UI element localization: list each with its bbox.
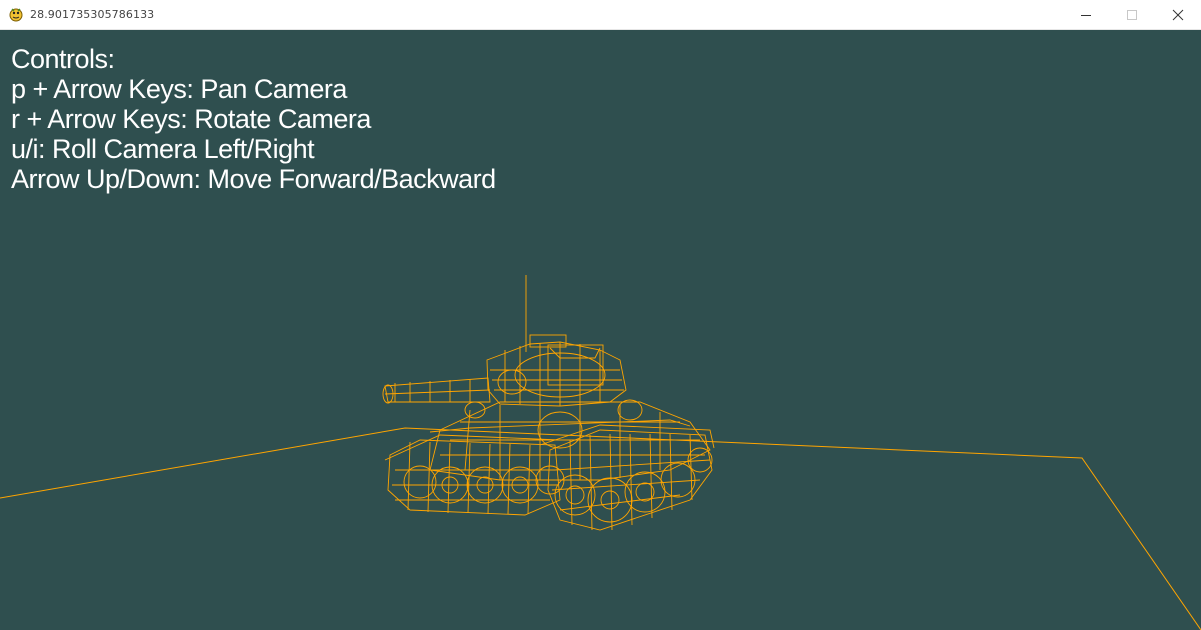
control-line-rotate: r + Arrow Keys: Rotate Camera [11,104,371,134]
controls-heading: Controls: [11,44,115,74]
control-line-move: Arrow Up/Down: Move Forward/Backward [11,164,496,194]
maximize-button[interactable] [1109,0,1155,30]
control-line-roll: u/i: Roll Camera Left/Right [11,134,315,164]
controls-overlay: Controls: p + Arrow Keys: Pan Camera r +… [11,44,496,194]
window-titlebar[interactable]: 28.901735305786133 [0,0,1201,30]
close-icon [1172,9,1184,21]
tank-wireframe [382,275,715,531]
minimize-button[interactable] [1063,0,1109,30]
maximize-icon [1127,10,1137,20]
window-title: 28.901735305786133 [30,8,155,21]
control-line-pan: p + Arrow Keys: Pan Camera [11,74,347,104]
render-viewport[interactable]: Controls: p + Arrow Keys: Pan Camera r +… [0,30,1201,630]
minimize-icon [1081,15,1091,16]
ground-plane [0,427,1201,630]
close-button[interactable] [1155,0,1201,30]
pygame-snake-icon [9,8,23,22]
